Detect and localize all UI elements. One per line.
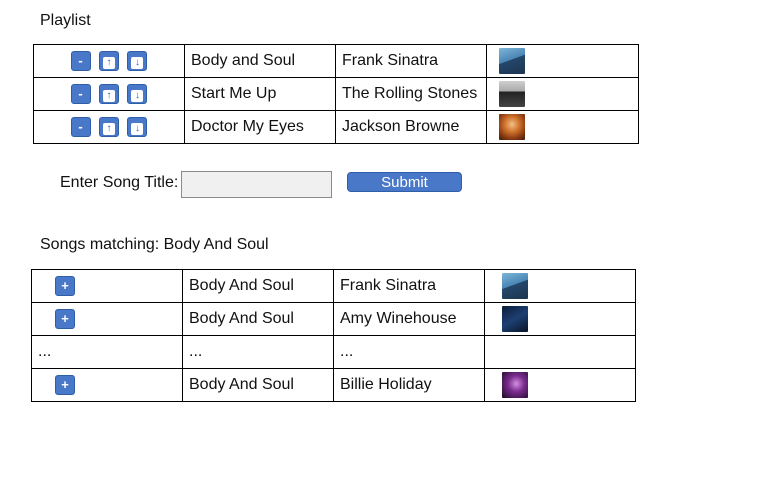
song-title: Doctor My Eyes xyxy=(184,110,336,144)
song-artist: Frank Sinatra xyxy=(335,44,487,78)
album-art-image xyxy=(499,48,525,74)
song-title: Body and Soul xyxy=(184,44,336,78)
arrow-up-icon: ↑ xyxy=(103,90,115,102)
song-title-label: Enter Song Title: xyxy=(60,174,179,191)
submit-button[interactable]: Submit xyxy=(347,172,462,192)
song-artist: Jackson Browne xyxy=(335,110,487,144)
playlist-row: - ↑ ↓ Start Me Up The Rolling Stones xyxy=(33,77,639,111)
playlist-row: - ↑ ↓ Doctor My Eyes Jackson Browne xyxy=(33,110,639,144)
remove-button[interactable]: - xyxy=(70,51,91,71)
result-row: + Body And Soul Billie Holiday xyxy=(31,368,636,402)
album-art-image xyxy=(499,114,525,140)
song-title: Body And Soul xyxy=(182,302,334,336)
song-title: Body And Soul xyxy=(182,368,334,402)
result-row: + Body And Soul Amy Winehouse xyxy=(31,302,636,336)
ellipsis-row: ... ... ... xyxy=(31,335,636,369)
results-heading: Songs matching: Body And Soul xyxy=(40,236,269,253)
album-art-image xyxy=(502,372,528,398)
playlist-row: - ↑ ↓ Body and Soul Frank Sinatra xyxy=(33,44,639,78)
arrow-up-icon: ↑ xyxy=(103,57,115,69)
move-up-button[interactable]: ↑ xyxy=(99,117,119,137)
ellipsis-cell: ... xyxy=(31,335,183,369)
arrow-down-icon: ↓ xyxy=(131,57,144,69)
move-down-button[interactable]: ↓ xyxy=(127,117,148,137)
move-up-button[interactable]: ↑ xyxy=(99,84,119,104)
move-down-button[interactable]: ↓ xyxy=(127,84,148,104)
move-up-button[interactable]: ↑ xyxy=(99,51,119,71)
arrow-down-icon: ↓ xyxy=(131,90,144,102)
song-artist: Frank Sinatra xyxy=(333,269,485,303)
ellipsis-cell: ... xyxy=(333,335,485,369)
album-art-image xyxy=(499,81,525,107)
results-table: + Body And Soul Frank Sinatra + Body And… xyxy=(31,269,636,402)
remove-button[interactable]: - xyxy=(70,117,91,137)
playlist-table: - ↑ ↓ Body and Soul Frank Sinatra - ↑ ↓ … xyxy=(33,44,639,144)
ellipsis-cell: ... xyxy=(182,335,334,369)
song-artist: Billie Holiday xyxy=(333,368,485,402)
move-down-button[interactable]: ↓ xyxy=(127,51,148,71)
arrow-down-icon: ↓ xyxy=(131,123,144,135)
add-song-button[interactable]: + xyxy=(55,309,75,329)
song-artist: Amy Winehouse xyxy=(333,302,485,336)
song-title: Start Me Up xyxy=(184,77,336,111)
playlist-heading: Playlist xyxy=(40,12,91,29)
remove-button[interactable]: - xyxy=(70,84,91,104)
album-art-image xyxy=(502,273,528,299)
song-title: Body And Soul xyxy=(182,269,334,303)
result-row: + Body And Soul Frank Sinatra xyxy=(31,269,636,303)
song-title-input[interactable] xyxy=(181,171,332,198)
album-art-image xyxy=(502,306,528,332)
arrow-up-icon: ↑ xyxy=(103,123,115,135)
add-song-button[interactable]: + xyxy=(55,276,75,296)
add-song-button[interactable]: + xyxy=(55,375,75,395)
song-artist: The Rolling Stones xyxy=(335,77,487,111)
